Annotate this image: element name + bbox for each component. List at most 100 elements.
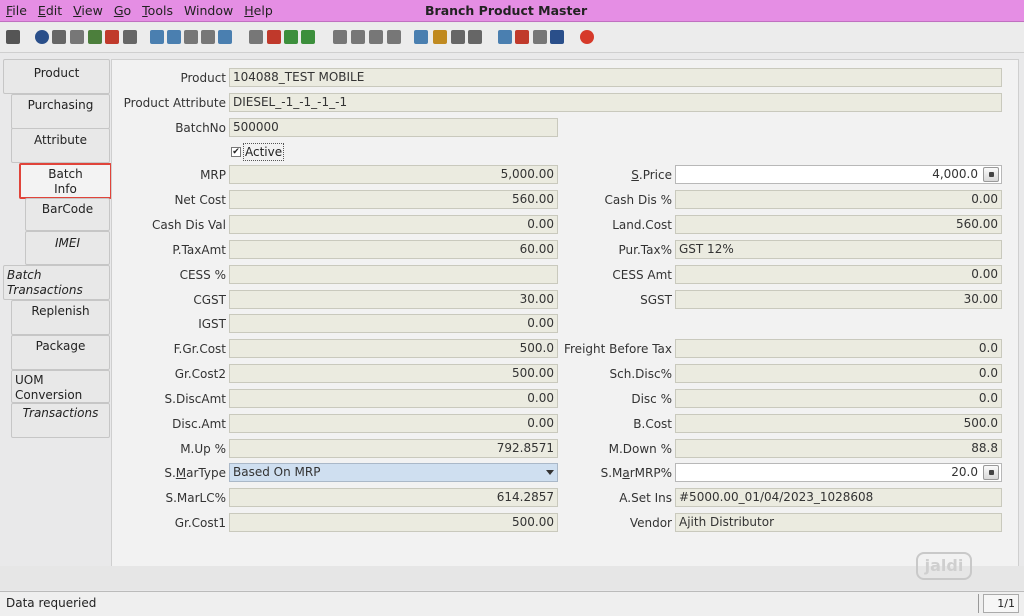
menu-view[interactable]: View: [73, 3, 103, 18]
help-icon[interactable]: [35, 30, 49, 44]
save-icon[interactable]: [123, 30, 137, 44]
menu-edit[interactable]: Edit: [38, 3, 62, 18]
field-value: 560.00: [512, 192, 554, 206]
tab-label: IMEI: [54, 236, 80, 250]
spinner-button-icon[interactable]: [983, 465, 999, 480]
land-cost-label: Land.Cost: [612, 218, 672, 232]
land-cost-field[interactable]: 560.00: [675, 215, 1002, 234]
attachment-icon[interactable]: [184, 30, 198, 44]
disc-amt-field[interactable]: 0.00: [229, 414, 558, 433]
gr-cost2-field[interactable]: 500.00: [229, 364, 558, 383]
field-value: Based On MRP: [233, 465, 321, 479]
find-icon[interactable]: [167, 30, 181, 44]
tab-batch-transactions[interactable]: Batch Transactions: [3, 265, 110, 300]
m-up-field[interactable]: 792.8571: [229, 439, 558, 458]
tab-replenish[interactable]: Replenish: [11, 300, 110, 335]
archive-icon[interactable]: [433, 30, 447, 44]
label-part: .Price: [638, 168, 672, 182]
copy-record-icon[interactable]: [70, 30, 84, 44]
field-value: 0.00: [527, 316, 554, 330]
last-record-icon[interactable]: [387, 30, 401, 44]
mrp-label: MRP: [200, 168, 226, 182]
b-cost-field[interactable]: 500.0: [675, 414, 1002, 433]
next-record-icon[interactable]: [369, 30, 383, 44]
save-new-icon[interactable]: [88, 30, 102, 44]
page-indicator[interactable]: 1/1: [983, 594, 1019, 613]
tab-batch-info[interactable]: Batch Info: [19, 163, 112, 199]
tab-purchasing[interactable]: Purchasing: [11, 94, 110, 129]
menu-tools[interactable]: Tools: [142, 3, 173, 18]
tab-label: Purchasing: [27, 98, 94, 112]
m-down-field[interactable]: 88.8: [675, 439, 1002, 458]
product-attribute-field[interactable]: DIESEL_-1_-1_-1_-1: [229, 93, 1002, 112]
active-checkbox[interactable]: ✔: [231, 147, 241, 157]
net-cost-field[interactable]: 560.00: [229, 190, 558, 209]
cgst-field[interactable]: 30.00: [229, 290, 558, 309]
mrp-field[interactable]: 5,000.00: [229, 165, 558, 184]
print-preview-icon[interactable]: [451, 30, 465, 44]
detail-record-icon[interactable]: [301, 30, 315, 44]
chevron-down-icon[interactable]: [546, 470, 554, 475]
chat-icon[interactable]: [201, 30, 215, 44]
s-price-field[interactable]: 4,000.0: [675, 165, 1002, 184]
tab-product[interactable]: Product: [3, 59, 110, 94]
home-icon[interactable]: [267, 30, 281, 44]
request-icon[interactable]: [533, 30, 547, 44]
menu-file[interactable]: File: [6, 3, 27, 18]
batch-no-field[interactable]: 500000: [229, 118, 558, 137]
tab-imei[interactable]: IMEI: [25, 231, 110, 265]
undo-icon[interactable]: [6, 30, 20, 44]
spinner-button-icon[interactable]: [983, 167, 999, 182]
pur-tax-field[interactable]: GST 12%: [675, 240, 1002, 259]
delete-icon[interactable]: [105, 30, 119, 44]
sgst-field[interactable]: 30.00: [675, 290, 1002, 309]
s-mar-type-select[interactable]: Based On MRP: [229, 463, 558, 482]
vendor-field[interactable]: Ajith Distributor: [675, 513, 1002, 532]
gr-cost1-field[interactable]: 500.00: [229, 513, 558, 532]
new-record-icon[interactable]: [52, 30, 66, 44]
menu-window[interactable]: Window: [184, 3, 233, 18]
cess-amt-label: CESS Amt: [612, 268, 672, 282]
tab-package[interactable]: Package: [11, 335, 110, 370]
active-label[interactable]: Active: [243, 143, 285, 161]
print-icon[interactable]: [468, 30, 482, 44]
panel-footer-area: [0, 566, 1024, 590]
zoom-across-icon[interactable]: [498, 30, 512, 44]
s-mar-mrp-field[interactable]: 20.0: [675, 463, 1002, 482]
grid-toggle-icon[interactable]: [218, 30, 232, 44]
first-record-icon[interactable]: [333, 30, 347, 44]
igst-field[interactable]: 0.00: [229, 314, 558, 333]
cash-dis-val-field[interactable]: 0.00: [229, 215, 558, 234]
cess-pct-field[interactable]: [229, 265, 558, 284]
s-mar-lc-field[interactable]: 614.2857: [229, 488, 558, 507]
disc-pct-field[interactable]: 0.0: [675, 389, 1002, 408]
tab-uom-conversion[interactable]: UOM Conversion: [11, 370, 110, 403]
menu-help[interactable]: Help: [244, 3, 273, 18]
title-bar: File Edit View Go Tools Window Help Bran…: [0, 0, 1024, 22]
previous-record-icon[interactable]: [351, 30, 365, 44]
parent-record-icon[interactable]: [284, 30, 298, 44]
close-window-icon[interactable]: [580, 30, 594, 44]
workflow-icon[interactable]: [515, 30, 529, 44]
refresh-icon[interactable]: [150, 30, 164, 44]
tab-attribute[interactable]: Attribute: [11, 128, 110, 163]
freight-before-tax-field[interactable]: 0.0: [675, 339, 1002, 358]
menu-go[interactable]: Go: [114, 3, 131, 18]
tab-barcode[interactable]: BarCode: [25, 198, 110, 231]
sch-disc-field[interactable]: 0.0: [675, 364, 1002, 383]
field-value: GST 12%: [679, 242, 734, 256]
a-set-ins-field[interactable]: #5000.00_01/04/2023_1028608: [675, 488, 1002, 507]
report-icon[interactable]: [414, 30, 428, 44]
s-disc-amt-field[interactable]: 0.00: [229, 389, 558, 408]
f-gr-cost-field[interactable]: 500.0: [229, 339, 558, 358]
product-field[interactable]: 104088_TEST MOBILE: [229, 68, 1002, 87]
cash-dis-pct-field[interactable]: 0.00: [675, 190, 1002, 209]
product-info-icon[interactable]: [550, 30, 564, 44]
tab-transactions[interactable]: Transactions: [11, 403, 110, 438]
cess-amt-field[interactable]: 0.00: [675, 265, 1002, 284]
field-value: 0.0: [978, 366, 998, 380]
p-tax-amt-field[interactable]: 60.00: [229, 240, 558, 259]
tab-label: Transactions: [22, 406, 99, 420]
history-icon[interactable]: [249, 30, 263, 44]
gr-cost1-label: Gr.Cost1: [174, 516, 226, 530]
